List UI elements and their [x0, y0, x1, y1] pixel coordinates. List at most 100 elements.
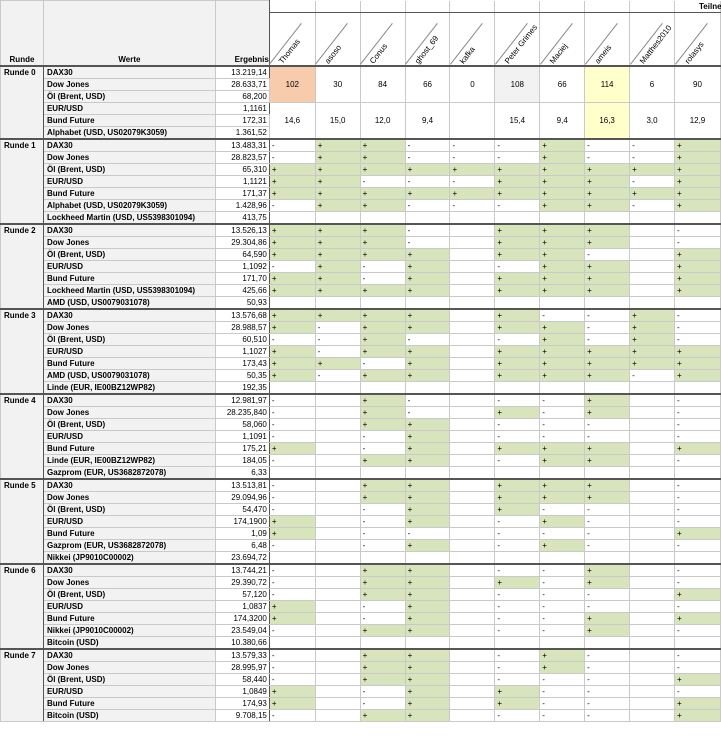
tip-cell[interactable]: [404, 551, 451, 565]
tip-cell[interactable]: [539, 381, 586, 395]
tip-cell[interactable]: [629, 624, 675, 637]
tip-cell[interactable]: +: [404, 648, 451, 662]
tip-cell[interactable]: +: [404, 442, 451, 455]
tip-cell[interactable]: +: [268, 697, 316, 710]
tip-cell[interactable]: -: [404, 393, 451, 407]
tip-cell[interactable]: -: [494, 563, 541, 577]
tip-cell[interactable]: -: [359, 260, 406, 273]
tip-cell[interactable]: -: [268, 418, 316, 431]
tip-cell[interactable]: -: [673, 454, 721, 467]
tip-cell[interactable]: [584, 466, 631, 480]
tip-cell[interactable]: -: [404, 406, 451, 419]
tip-cell[interactable]: -: [494, 588, 541, 601]
tip-cell[interactable]: +: [584, 393, 631, 407]
tip-cell[interactable]: [449, 321, 496, 334]
tip-cell[interactable]: -: [494, 661, 541, 674]
tip-cell[interactable]: [449, 223, 496, 237]
tip-cell[interactable]: [539, 466, 586, 480]
tip-cell[interactable]: -: [268, 138, 316, 152]
tip-cell[interactable]: -: [268, 588, 316, 601]
tip-cell[interactable]: -: [673, 648, 721, 662]
tip-cell[interactable]: [314, 600, 361, 613]
tip-cell[interactable]: +: [673, 272, 721, 285]
tip-cell[interactable]: +: [268, 685, 316, 698]
tip-cell[interactable]: +: [539, 236, 586, 249]
tip-cell[interactable]: +: [404, 272, 451, 285]
tip-cell[interactable]: +: [404, 503, 451, 516]
tip-cell[interactable]: +: [268, 272, 316, 285]
tip-cell[interactable]: [449, 442, 496, 455]
tip-cell[interactable]: -: [673, 418, 721, 431]
tip-cell[interactable]: +: [268, 357, 316, 370]
tip-cell[interactable]: [449, 478, 496, 492]
tip-cell[interactable]: -: [539, 527, 586, 540]
tip-cell[interactable]: +: [359, 345, 406, 358]
tip-cell[interactable]: -: [494, 709, 541, 722]
tip-cell[interactable]: +: [359, 236, 406, 249]
tip-cell[interactable]: +: [494, 697, 541, 710]
tip-cell[interactable]: [449, 369, 496, 382]
tip-cell[interactable]: [494, 296, 541, 310]
tip-cell[interactable]: [629, 260, 675, 273]
tip-cell[interactable]: -: [268, 576, 316, 589]
tip-cell[interactable]: -: [404, 199, 451, 212]
tip-cell[interactable]: [359, 551, 406, 565]
tip-cell[interactable]: [629, 284, 675, 297]
tip-cell[interactable]: +: [494, 357, 541, 370]
tip-cell[interactable]: +: [404, 539, 451, 552]
tip-cell[interactable]: +: [584, 612, 631, 625]
tip-cell[interactable]: -: [673, 600, 721, 613]
tip-cell[interactable]: -: [673, 685, 721, 698]
tip-cell[interactable]: [449, 624, 496, 637]
tip-cell[interactable]: +: [268, 223, 316, 237]
tip-cell[interactable]: +: [359, 563, 406, 577]
tip-cell[interactable]: [449, 588, 496, 601]
tip-cell[interactable]: -: [673, 661, 721, 674]
tip-cell[interactable]: [449, 527, 496, 540]
tip-cell[interactable]: +: [539, 491, 586, 504]
tip-cell[interactable]: +: [539, 187, 586, 200]
tip-cell[interactable]: [314, 211, 361, 225]
tip-cell[interactable]: +: [584, 563, 631, 577]
tip-cell[interactable]: [673, 381, 721, 395]
tip-cell[interactable]: +: [404, 661, 451, 674]
tip-cell[interactable]: +: [494, 236, 541, 249]
tip-cell[interactable]: [629, 236, 675, 249]
tip-cell[interactable]: +: [673, 527, 721, 540]
tip-cell[interactable]: -: [673, 539, 721, 552]
tip-cell[interactable]: [449, 381, 496, 395]
tip-cell[interactable]: [314, 576, 361, 589]
tip-cell[interactable]: [314, 503, 361, 516]
tip-cell[interactable]: -: [268, 503, 316, 516]
tip-cell[interactable]: +: [359, 491, 406, 504]
tip-cell[interactable]: +: [359, 661, 406, 674]
tip-cell[interactable]: -: [359, 600, 406, 613]
tip-cell[interactable]: [584, 381, 631, 395]
tip-cell[interactable]: [449, 418, 496, 431]
tip-cell[interactable]: -: [673, 406, 721, 419]
tip-cell[interactable]: -: [494, 539, 541, 552]
tip-cell[interactable]: [449, 491, 496, 504]
tip-cell[interactable]: +: [673, 357, 721, 370]
tip-cell[interactable]: -: [629, 151, 675, 164]
tip-cell[interactable]: [314, 466, 361, 480]
tip-cell[interactable]: [449, 454, 496, 467]
tip-cell[interactable]: +: [314, 357, 361, 370]
tip-cell[interactable]: +: [314, 163, 361, 176]
tip-cell[interactable]: [629, 661, 675, 674]
tip-cell[interactable]: +: [673, 673, 721, 686]
tip-cell[interactable]: -: [584, 685, 631, 698]
tip-cell[interactable]: +: [404, 369, 451, 382]
tip-cell[interactable]: -: [673, 478, 721, 492]
tip-cell[interactable]: +: [359, 308, 406, 322]
tip-cell[interactable]: +: [359, 248, 406, 261]
tip-cell[interactable]: [359, 381, 406, 395]
tip-cell[interactable]: +: [359, 709, 406, 722]
tip-cell[interactable]: -: [539, 600, 586, 613]
tip-cell[interactable]: -: [673, 563, 721, 577]
tip-cell[interactable]: [404, 466, 451, 480]
tip-cell[interactable]: +: [539, 454, 586, 467]
tip-cell[interactable]: +: [268, 345, 316, 358]
tip-cell[interactable]: -: [359, 272, 406, 285]
tip-cell[interactable]: -: [268, 406, 316, 419]
